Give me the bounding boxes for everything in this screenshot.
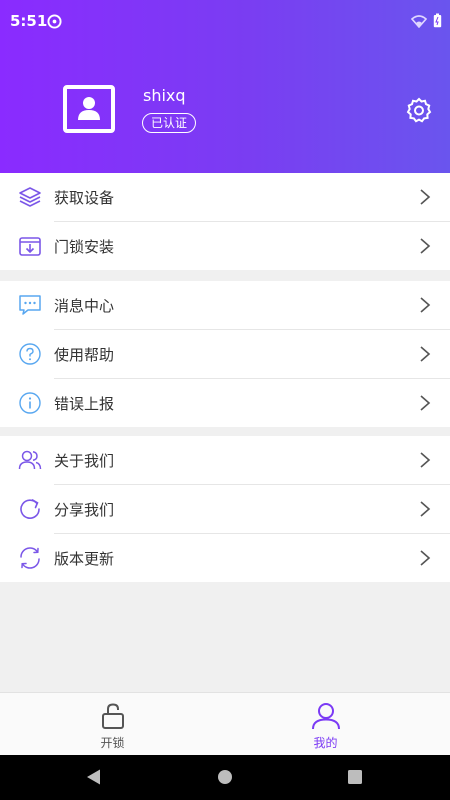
- menu-item-about-us[interactable]: 关于我们: [0, 436, 450, 484]
- menu-item-lock-install[interactable]: 门锁安装: [0, 222, 450, 270]
- system-nav-bar: [0, 755, 450, 800]
- user-icon: [312, 703, 340, 730]
- chevron-right-icon: [420, 238, 431, 254]
- user-placeholder-icon: [78, 97, 100, 120]
- download-box-icon: [19, 237, 41, 256]
- menu-item-label: 关于我们: [54, 452, 115, 470]
- menu-item-label: 分享我们: [54, 501, 115, 519]
- lock-icon: [102, 703, 124, 729]
- gear-icon[interactable]: [405, 96, 433, 124]
- status-time: 5:51: [10, 12, 48, 30]
- users-icon: [18, 450, 42, 470]
- menu-item-get-device[interactable]: 获取设备: [0, 173, 450, 221]
- recents-icon[interactable]: [348, 770, 362, 784]
- chevron-right-icon: [420, 550, 431, 566]
- back-icon[interactable]: [85, 768, 103, 786]
- menu-item-help[interactable]: 使用帮助: [0, 330, 450, 378]
- profile-header: 5:51 shixq 已认证: [0, 0, 450, 173]
- menu-item-label: 使用帮助: [54, 346, 115, 364]
- help-circle-icon: [19, 343, 41, 365]
- menu-item-version-update[interactable]: 版本更新: [0, 534, 450, 582]
- sync-icon: [20, 547, 40, 569]
- tab-label: 我的: [313, 736, 338, 750]
- tab-label: 开锁: [100, 736, 125, 750]
- menu-group-support: 消息中心 使用帮助 错误上报: [0, 281, 450, 427]
- bottom-tab-bar: 开锁 我的: [0, 692, 450, 756]
- menu-group-about: 关于我们 分享我们 版本更新: [0, 436, 450, 582]
- sync-status-icon: [47, 14, 62, 29]
- chevron-right-icon: [420, 346, 431, 362]
- layers-icon: [19, 187, 41, 207]
- chevron-right-icon: [420, 395, 431, 411]
- chevron-right-icon: [420, 189, 431, 205]
- verified-badge: 已认证: [142, 113, 197, 133]
- menu-item-label: 获取设备: [54, 189, 115, 207]
- menu-item-label: 版本更新: [54, 550, 115, 568]
- status-bar: 5:51: [0, 0, 450, 44]
- chevron-right-icon: [420, 452, 431, 468]
- status-right: [411, 13, 442, 28]
- menu-item-label: 门锁安装: [54, 238, 115, 256]
- menu-group-device: 获取设备 门锁安装: [0, 173, 450, 270]
- battery-icon: [433, 13, 442, 28]
- menu-item-label: 消息中心: [54, 297, 115, 315]
- share-refresh-icon: [20, 499, 40, 519]
- menu-item-label: 错误上报: [54, 395, 115, 413]
- tab-mine[interactable]: 我的: [213, 693, 438, 756]
- menu-item-error-report[interactable]: 错误上报: [0, 379, 450, 427]
- chat-bubble-icon: [19, 295, 41, 315]
- menu-item-share-us[interactable]: 分享我们: [0, 485, 450, 533]
- chevron-right-icon: [420, 297, 431, 313]
- chevron-right-icon: [420, 501, 431, 517]
- menu-item-message-center[interactable]: 消息中心: [0, 281, 450, 329]
- avatar[interactable]: [63, 85, 115, 133]
- info-circle-icon: [19, 392, 41, 414]
- home-icon[interactable]: [217, 769, 233, 785]
- username: shixq: [143, 86, 186, 105]
- wifi-icon: [411, 14, 427, 28]
- tab-unlock[interactable]: 开锁: [0, 693, 225, 756]
